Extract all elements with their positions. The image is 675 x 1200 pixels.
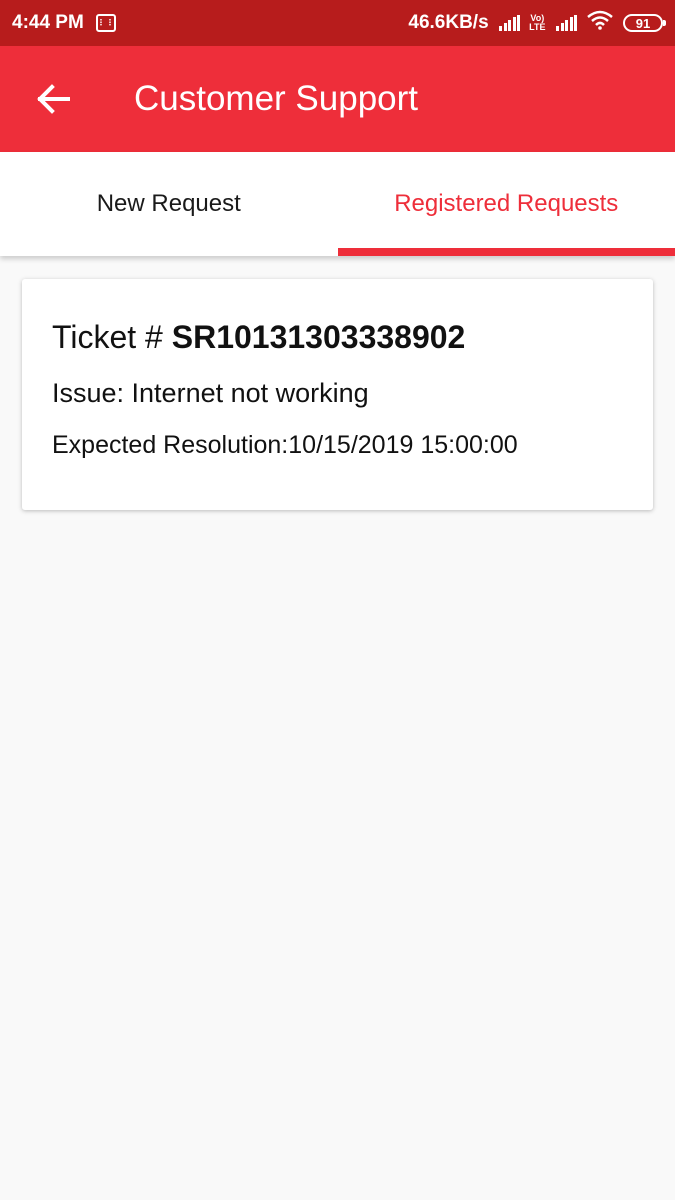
status-bar-left: 4:44 PM ⋮⋮ (12, 12, 116, 34)
signal-strength-icon-2 (555, 15, 577, 31)
signal-strength-icon (498, 15, 521, 31)
battery-level: 91 (635, 15, 651, 31)
tab-new-request[interactable]: New Request (0, 152, 338, 256)
app-bar: Customer Support (0, 46, 675, 152)
arrow-left-icon (37, 84, 70, 114)
tab-bar: New Request Registered Requests (0, 152, 675, 256)
ticket-expected-resolution: Expected Resolution:10/15/2019 15:00:00 (52, 431, 518, 459)
message-notification-icon: ⋮⋮ (95, 14, 116, 32)
ticket-prefix: Ticket # (52, 319, 172, 355)
volte-icon: Vo) LTE (529, 14, 545, 32)
status-time: 4:44 PM (12, 12, 84, 33)
ticket-issue: Issue: Internet not working (52, 378, 369, 408)
battery-icon: 91 (623, 14, 666, 32)
volte-label-bottom: LTE (529, 22, 546, 32)
back-button[interactable] (25, 71, 81, 127)
tab-registered-requests[interactable]: Registered Requests (337, 152, 675, 256)
wifi-icon (586, 10, 614, 36)
ticket-card[interactable]: Ticket # SR10131303338902 Issue: Interne… (22, 279, 653, 510)
ticket-title: Ticket # SR10131303338902 (52, 319, 623, 356)
status-bar: 4:44 PM ⋮⋮ 46.6KB/s Vo) LTE 91 (0, 0, 675, 46)
status-bar-right: 46.6KB/s Vo) LTE 91 (408, 10, 666, 36)
network-speed: 46.6KB/s (408, 12, 489, 33)
ticket-id: SR10131303338902 (171, 319, 466, 355)
page-title: Customer Support (134, 79, 419, 118)
